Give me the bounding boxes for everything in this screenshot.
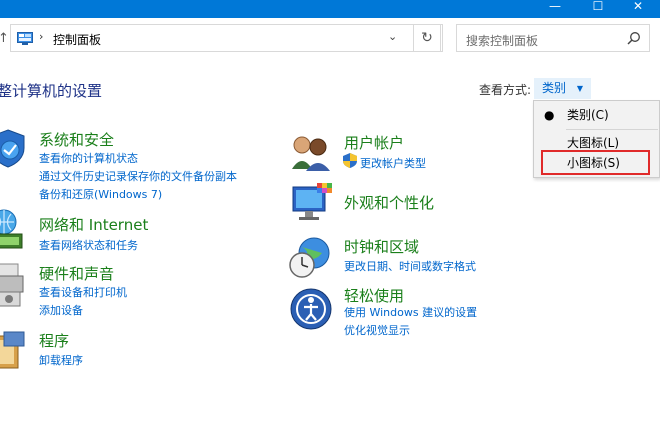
control-panel-icon — [17, 32, 33, 45]
link-uninstall-program[interactable]: 卸载程序 — [39, 352, 83, 368]
category-system-security[interactable]: 系统和安全 — [39, 129, 114, 150]
minimize-button[interactable]: — — [533, 0, 577, 18]
link-devices-printers[interactable]: 查看设备和打印机 — [39, 284, 127, 300]
search-input[interactable]: 搜索控制面板 — [456, 24, 650, 52]
category-network-internet[interactable]: 网络和 Internet — [39, 214, 148, 235]
title-bar: — ☐ ✕ — [0, 0, 660, 18]
link-optimize-visual-display[interactable]: 优化视觉显示 — [344, 322, 410, 338]
ease-of-access-icon — [290, 288, 332, 330]
breadcrumb-control-panel[interactable]: 控制面板 — [53, 31, 101, 48]
category-ease-of-access[interactable]: 轻松使用 — [344, 285, 404, 306]
uac-shield-icon — [343, 153, 357, 168]
view-by-dropdown[interactable]: 类别 ▼ — [534, 78, 591, 99]
link-network-status[interactable]: 查看网络状态和任务 — [39, 237, 138, 253]
menu-item-category[interactable]: ● 类别(C) — [534, 104, 660, 127]
address-bar[interactable]: › 控制面板 ⌄ — [10, 24, 443, 52]
link-view-computer-status[interactable]: 查看你的计算机状态 — [39, 150, 138, 166]
view-by-label: 查看方式: — [479, 83, 532, 97]
view-by-value: 类别 — [542, 81, 567, 95]
category-clock-region[interactable]: 时钟和区域 — [344, 236, 419, 257]
link-change-date-time[interactable]: 更改日期、时间或数字格式 — [344, 258, 476, 274]
category-hardware-sound[interactable]: 硬件和声音 — [39, 263, 114, 284]
user-accounts-icon — [292, 136, 330, 171]
clock-region-icon — [289, 237, 330, 278]
appearance-icon — [292, 183, 332, 220]
breadcrumb-separator: › — [39, 30, 44, 43]
close-button[interactable]: ✕ — [616, 0, 660, 18]
maximize-button[interactable]: ☐ — [576, 0, 620, 18]
menu-separator — [566, 129, 658, 130]
search-icon[interactable] — [627, 31, 641, 45]
chevron-down-icon[interactable]: ⌄ — [388, 30, 397, 43]
category-user-accounts[interactable]: 用户帐户 — [344, 132, 404, 153]
network-icon — [0, 209, 23, 249]
search-placeholder: 搜索控制面板 — [466, 34, 539, 48]
highlight-box — [541, 150, 650, 175]
shield-icon — [0, 129, 25, 168]
menu-item-label: 大图标(L) — [567, 136, 620, 150]
link-add-device[interactable]: 添加设备 — [39, 302, 83, 318]
link-file-history[interactable]: 通过文件历史记录保存你的文件备份副本 — [39, 168, 237, 184]
page-title: 整计算机的设置 — [0, 82, 103, 100]
link-backup-restore[interactable]: 备份和还原(Windows 7) — [39, 186, 162, 202]
programs-icon — [0, 331, 25, 369]
category-programs[interactable]: 程序 — [39, 330, 69, 351]
printer-icon — [0, 263, 24, 307]
caret-down-icon: ▼ — [576, 84, 583, 93]
category-appearance[interactable]: 外观和个性化 — [344, 192, 434, 213]
link-recommended-settings[interactable]: 使用 Windows 建议的设置 — [344, 304, 477, 320]
refresh-button[interactable]: ↻ — [413, 24, 441, 52]
up-arrow-icon[interactable]: ↑ — [0, 31, 9, 46]
menu-item-label: 类别(C) — [567, 108, 609, 122]
link-change-account-type[interactable]: 更改帐户类型 — [360, 155, 426, 171]
selected-bullet-icon: ● — [544, 108, 555, 122]
